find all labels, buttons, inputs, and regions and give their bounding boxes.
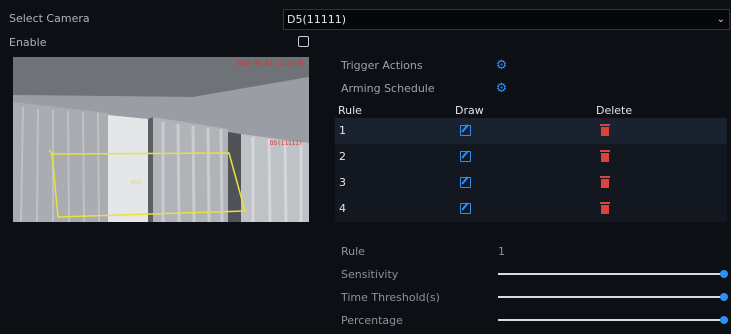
camera-name-overlay: D5(11111) xyxy=(270,140,303,147)
camera-select[interactable]: D5(11111) ⌄ xyxy=(283,9,730,30)
sensitivity-slider[interactable] xyxy=(498,270,728,278)
table-header: Rule Draw Delete xyxy=(335,104,727,118)
rule-value: 1 xyxy=(498,245,505,258)
header-rule: Rule xyxy=(338,104,362,117)
camera-timestamp: 2020-08-03 13:20:45 xyxy=(236,60,305,67)
time-threshold-slider[interactable] xyxy=(498,293,728,301)
camera-select-value: D5(11111) xyxy=(287,13,347,26)
rules-table: Rule Draw Delete 1 2 3 4 xyxy=(335,104,727,222)
table-row[interactable]: 2 xyxy=(335,144,727,170)
draw-icon[interactable] xyxy=(460,151,471,162)
table-row[interactable]: 1 xyxy=(335,118,727,144)
slider-handle[interactable] xyxy=(720,270,728,278)
trigger-actions-label: Trigger Actions xyxy=(341,59,423,72)
header-delete: Delete xyxy=(596,104,633,117)
slider-handle[interactable] xyxy=(720,293,728,301)
table-row[interactable]: 4 xyxy=(335,196,727,222)
rule-number: 4 xyxy=(339,202,346,215)
draw-icon[interactable] xyxy=(460,125,471,136)
draw-icon[interactable] xyxy=(460,203,471,214)
rule-number: 3 xyxy=(339,176,346,189)
rule-label: Rule xyxy=(341,245,365,258)
sensitivity-label: Sensitivity xyxy=(341,268,399,281)
enable-label: Enable xyxy=(9,36,47,49)
trigger-actions-gear-icon[interactable]: ⚙ xyxy=(495,59,508,72)
delete-icon[interactable] xyxy=(600,123,610,136)
delete-icon[interactable] xyxy=(600,149,610,162)
rule-number: 1 xyxy=(339,124,346,137)
slider-handle[interactable] xyxy=(720,316,728,324)
draw-icon[interactable] xyxy=(460,177,471,188)
camera-preview[interactable]: 2020-08-03 13:20:45 D5(11111) #01 xyxy=(13,57,309,222)
percentage-slider[interactable] xyxy=(498,316,728,324)
table-row[interactable]: 3 xyxy=(335,170,727,196)
camera-scene-image xyxy=(13,57,309,222)
header-draw: Draw xyxy=(455,104,484,117)
arming-schedule-gear-icon[interactable]: ⚙ xyxy=(495,82,508,95)
table-body: 1 2 3 4 xyxy=(335,118,727,222)
enable-checkbox[interactable] xyxy=(298,36,309,47)
chevron-down-icon[interactable]: ⌄ xyxy=(717,10,725,29)
zone-label: #01 xyxy=(131,179,142,186)
delete-icon[interactable] xyxy=(600,201,610,214)
delete-icon[interactable] xyxy=(600,175,610,188)
select-camera-label: Select Camera xyxy=(9,12,90,25)
arming-schedule-label: Arming Schedule xyxy=(341,82,435,95)
rule-number: 2 xyxy=(339,150,346,163)
percentage-label: Percentage xyxy=(341,314,403,327)
time-threshold-label: Time Threshold(s) xyxy=(341,291,440,304)
